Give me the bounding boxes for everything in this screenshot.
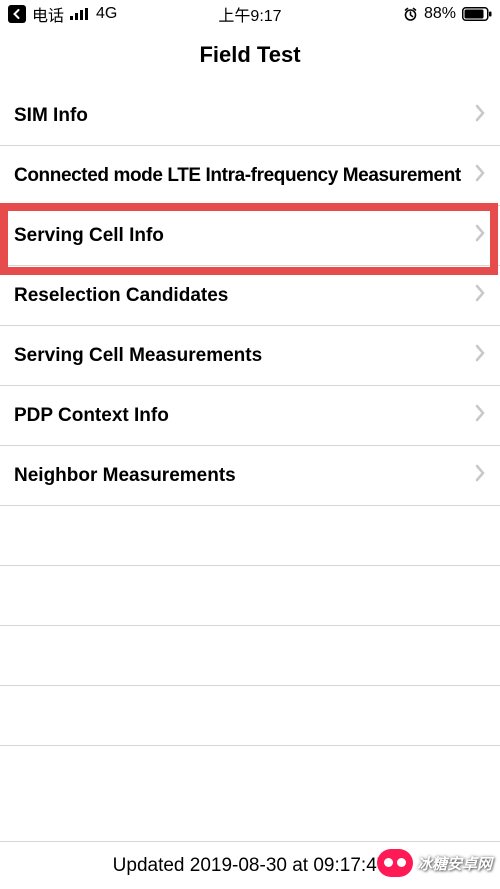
row-empty bbox=[0, 686, 500, 746]
row-label: Serving Cell Measurements bbox=[14, 345, 474, 367]
row-label: Connected mode LTE Intra-frequency Measu… bbox=[14, 165, 474, 187]
row-label: Reselection Candidates bbox=[14, 285, 474, 307]
row-label: SIM Info bbox=[14, 105, 474, 127]
row-connected-mode-lte[interactable]: Connected mode LTE Intra-frequency Measu… bbox=[0, 146, 500, 206]
chevron-right-icon bbox=[474, 224, 486, 247]
row-label: Serving Cell Info bbox=[14, 225, 474, 247]
back-to-app-icon[interactable] bbox=[8, 5, 26, 23]
row-sim-info[interactable]: SIM Info bbox=[0, 86, 500, 146]
row-empty bbox=[0, 566, 500, 626]
chevron-right-icon bbox=[474, 464, 486, 487]
row-reselection-candidates[interactable]: Reselection Candidates bbox=[0, 266, 500, 326]
watermark-logo-icon bbox=[377, 849, 413, 877]
row-pdp-context-info[interactable]: PDP Context Info bbox=[0, 386, 500, 446]
row-label: Neighbor Measurements bbox=[14, 465, 474, 487]
alarm-icon bbox=[403, 7, 418, 22]
chevron-right-icon bbox=[474, 164, 486, 187]
status-time: 上午9:17 bbox=[218, 2, 281, 26]
status-bar: 电话 4G 上午9:17 88% bbox=[0, 0, 500, 28]
chevron-right-icon bbox=[474, 404, 486, 427]
carrier-label: 电话 bbox=[32, 2, 64, 26]
chevron-right-icon bbox=[474, 104, 486, 127]
row-neighbor-measurements[interactable]: Neighbor Measurements bbox=[0, 446, 500, 506]
status-right: 88% bbox=[403, 5, 492, 23]
watermark: 冰糖安卓网 bbox=[377, 849, 492, 877]
network-label: 4G bbox=[96, 5, 117, 23]
status-left: 电话 4G bbox=[8, 2, 117, 26]
updated-label: Updated 2019-08-30 at 09:17:47 bbox=[113, 855, 388, 877]
chevron-right-icon bbox=[474, 344, 486, 367]
page-title: Field Test bbox=[0, 28, 500, 86]
battery-pct: 88% bbox=[424, 5, 456, 23]
row-label: PDP Context Info bbox=[14, 405, 474, 427]
row-empty bbox=[0, 626, 500, 686]
row-serving-cell-measurements[interactable]: Serving Cell Measurements bbox=[0, 326, 500, 386]
signal-bars-icon bbox=[70, 8, 90, 20]
chevron-right-icon bbox=[474, 284, 486, 307]
row-serving-cell-info[interactable]: Serving Cell Info bbox=[0, 206, 500, 266]
battery-icon bbox=[462, 7, 492, 21]
watermark-text: 冰糖安卓网 bbox=[417, 853, 492, 874]
menu-list: SIM Info Connected mode LTE Intra-freque… bbox=[0, 86, 500, 746]
row-empty bbox=[0, 506, 500, 566]
